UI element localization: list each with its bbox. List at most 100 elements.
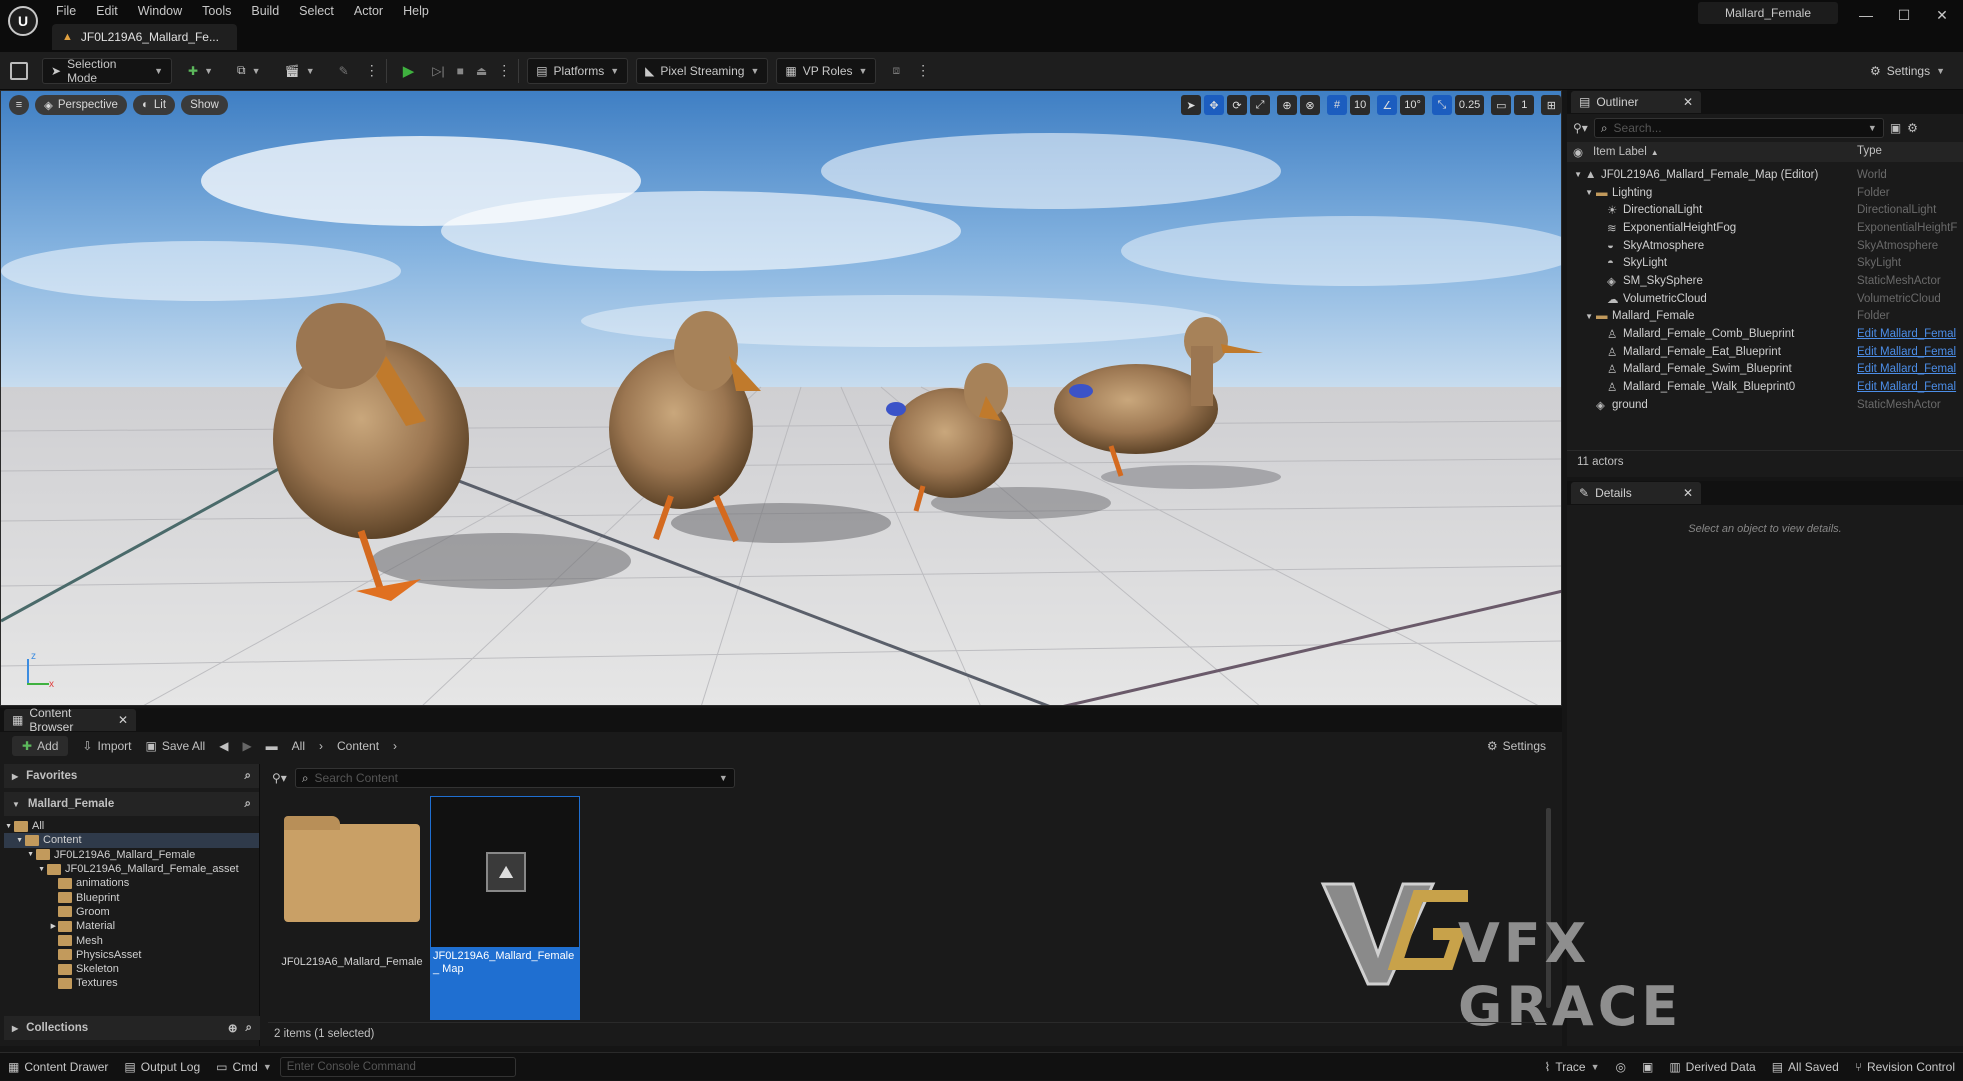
outliner-item-type[interactable]: Edit Mallard_Femal	[1857, 363, 1962, 375]
more-options-icon[interactable]: ⋮	[365, 62, 379, 79]
translate-tool-icon[interactable]: ✥	[1204, 95, 1224, 115]
search-icon[interactable]: ⌕	[246, 1022, 252, 1035]
viewport-layout-icon[interactable]: ⊞	[1541, 95, 1561, 115]
breadcrumb-content[interactable]: Content	[337, 739, 379, 753]
favorites-section[interactable]: ▶ Favorites ⌕	[4, 764, 259, 788]
tree-toggle-icon[interactable]: ▼	[4, 851, 36, 858]
minimize-icon[interactable]: —	[1847, 0, 1885, 30]
search-icon[interactable]: ⌕	[245, 770, 251, 783]
outliner-row[interactable]: ♙ Mallard_Female_Swim_Blueprint Edit Malla…	[1567, 361, 1963, 379]
details-tab[interactable]: ✎ Details ✕	[1571, 482, 1701, 504]
tree-toggle-icon[interactable]: ▼	[1567, 312, 1596, 321]
folder-tree-item[interactable]: ▼ JF0L219A6_Mallard_Female	[4, 848, 259, 862]
outliner-row[interactable]: ▼ ▬ Mallard_Female Folder	[1567, 308, 1963, 326]
output-log-button[interactable]: ▤ Output Log	[116, 1053, 208, 1081]
rotation-snap-icon[interactable]: ∠	[1377, 95, 1398, 115]
console-command-input[interactable]: Enter Console Command	[279, 1056, 516, 1077]
cinematics-button[interactable]: 🎬︎ ▼	[276, 58, 322, 84]
forward-icon[interactable]: ▶	[242, 739, 251, 753]
tree-toggle-icon[interactable]: ▼	[4, 823, 14, 830]
selection-mode-dropdown[interactable]: ➤ Selection Mode ▼	[42, 57, 172, 85]
save-all-button[interactable]: ▣ Save All	[146, 739, 206, 753]
filter-icon[interactable]: ⚲▾	[272, 771, 287, 785]
content-drawer-button[interactable]: ▦ Content Drawer	[0, 1053, 116, 1081]
collections-section[interactable]: ▶ Collections ⊕ ⌕	[4, 1016, 260, 1040]
derived-data-button[interactable]: ▥ Derived Data	[1661, 1053, 1763, 1081]
record-button[interactable]: ◎	[1608, 1053, 1634, 1081]
outliner-search-input[interactable]: ⌕ Search... ▼	[1593, 118, 1884, 138]
all-saved-button[interactable]: ▤ All Saved	[1764, 1053, 1847, 1081]
content-browser-tab[interactable]: ▦ Content Browser ✕	[4, 706, 136, 734]
maximize-icon[interactable]: ☐	[1885, 0, 1923, 30]
tree-toggle-icon[interactable]: ▼	[1567, 188, 1596, 197]
grid-snap-icon[interactable]: #	[1327, 95, 1347, 115]
add-folder-icon[interactable]: ▣	[1890, 121, 1901, 135]
scale-snap-icon[interactable]: ⤡	[1431, 95, 1452, 115]
pixel-streaming-dropdown[interactable]: ◣ Pixel Streaming ▼	[636, 57, 769, 84]
outliner-row[interactable]: ♙ Mallard_Female_Comb_Blueprint Edit Malla…	[1567, 325, 1963, 343]
folder-tree-item[interactable]: Groom	[4, 905, 259, 919]
folder-tree-item[interactable]: animations	[4, 876, 259, 890]
folder-tree-item[interactable]: ▶ Material	[4, 919, 259, 933]
screenshot-button[interactable]: ▣	[1634, 1053, 1661, 1081]
stop-button[interactable]: ■	[455, 58, 466, 84]
col-item-label[interactable]: Item Label	[1593, 146, 1647, 158]
outliner-item-type[interactable]: Edit Mallard_Femal	[1857, 381, 1962, 393]
world-space-icon[interactable]: ⊕	[1277, 95, 1297, 115]
cmd-dropdown[interactable]: ▭ Cmd ▼	[208, 1053, 280, 1081]
vp-roles-dropdown[interactable]: ▦ VP Roles ▼	[776, 57, 877, 84]
breadcrumb-all[interactable]: All	[292, 739, 305, 753]
menu-build[interactable]: Build	[241, 0, 289, 22]
rotate-tool-icon[interactable]: ⟳	[1227, 95, 1247, 115]
menu-actor[interactable]: Actor	[344, 0, 393, 22]
add-actor-button[interactable]: ✚ ▼	[180, 58, 221, 84]
play-options-icon[interactable]: ⋮	[497, 62, 511, 79]
menu-help[interactable]: Help	[393, 0, 439, 22]
viewport-menu-icon[interactable]: ≡	[9, 95, 29, 115]
close-icon[interactable]: ✕	[1923, 0, 1961, 30]
asset-tile-folder[interactable]: JF0L219A6_Mallard_Female	[276, 804, 423, 1004]
toolbar-more-icon[interactable]: ⋮	[916, 62, 930, 79]
play-button[interactable]: ▶	[395, 58, 423, 84]
camera-speed-value[interactable]: 1	[1514, 95, 1535, 115]
lit-button[interactable]: ◐ Lit	[132, 95, 176, 115]
outliner-row[interactable]: ♙ Mallard_Female_Walk_Blueprint0 Edit Mall…	[1567, 378, 1963, 396]
outliner-item-type[interactable]: Edit Mallard_Femal	[1857, 346, 1962, 358]
add-collection-icon[interactable]: ⊕	[228, 1021, 238, 1035]
folder-tree-item[interactable]: Skeleton	[4, 962, 259, 976]
camera-speed-icon[interactable]: ▭	[1491, 95, 1512, 115]
outliner-row[interactable]: ♙ Mallard_Female_Eat_Blueprint Edit Mallar…	[1567, 343, 1963, 361]
blueprints-button[interactable]: ⧉ ▼	[229, 58, 269, 84]
back-icon[interactable]: ◀	[219, 739, 228, 753]
col-type[interactable]: Type	[1857, 145, 1882, 157]
close-icon[interactable]: ✕	[1683, 486, 1693, 500]
content-search-input[interactable]: ⌕ Search Content ▼	[294, 768, 735, 788]
scale-snap-value[interactable]: 0.25	[1454, 95, 1485, 115]
menu-select[interactable]: Select	[289, 0, 344, 22]
asset-tile-map-selected[interactable]: ⛰ JF0L219A6_Mallard_Female_ Map	[430, 796, 580, 1020]
folder-tree-item[interactable]: ▼ All	[4, 819, 259, 833]
scale-tool-icon[interactable]: ⤢	[1250, 95, 1270, 115]
folder-tree-item[interactable]: ▼ JF0L219A6_Mallard_Female_asset	[4, 862, 259, 876]
perspective-button[interactable]: ◈ Perspective	[35, 95, 127, 115]
revision-control-button[interactable]: ⑂ Revision Control	[1847, 1053, 1963, 1081]
outliner-item-type[interactable]: Edit Mallard_Femal	[1857, 328, 1962, 340]
grid-snap-value[interactable]: 10	[1350, 95, 1371, 115]
outliner-row[interactable]: ◈ SM_SkySphere StaticMeshActor	[1567, 272, 1963, 290]
step-button[interactable]: ▷|	[430, 58, 446, 84]
search-icon[interactable]: ⌕	[245, 798, 251, 811]
platforms-dropdown[interactable]: ▤ Platforms ▼	[527, 57, 629, 84]
modeling-button[interactable]: ✎	[331, 58, 357, 84]
show-button[interactable]: Show	[181, 95, 228, 115]
folder-tree-item[interactable]: Blueprint	[4, 890, 259, 904]
trace-button[interactable]: ⌇ Trace ▼	[1536, 1053, 1607, 1081]
editor-mode-button[interactable]: ⧈	[884, 58, 908, 84]
outliner-row[interactable]: ◈ ground StaticMeshActor	[1567, 396, 1963, 414]
level-viewport[interactable]: ≡ ◈ Perspective ◐ Lit Show ➤ ✥ ⟳ ⤢ ⊕ ⊗ # 1…	[0, 90, 1562, 706]
tree-toggle-icon[interactable]: ▼	[4, 837, 25, 844]
gear-icon[interactable]: ⚙	[1907, 121, 1918, 135]
rotation-snap-value[interactable]: 10°	[1400, 95, 1425, 115]
folder-tree-item[interactable]: Mesh	[4, 933, 259, 947]
level-tab[interactable]: ▲ JF0L219A6_Mallard_Fe...	[52, 24, 237, 50]
unreal-logo-icon[interactable]: U	[8, 6, 38, 36]
